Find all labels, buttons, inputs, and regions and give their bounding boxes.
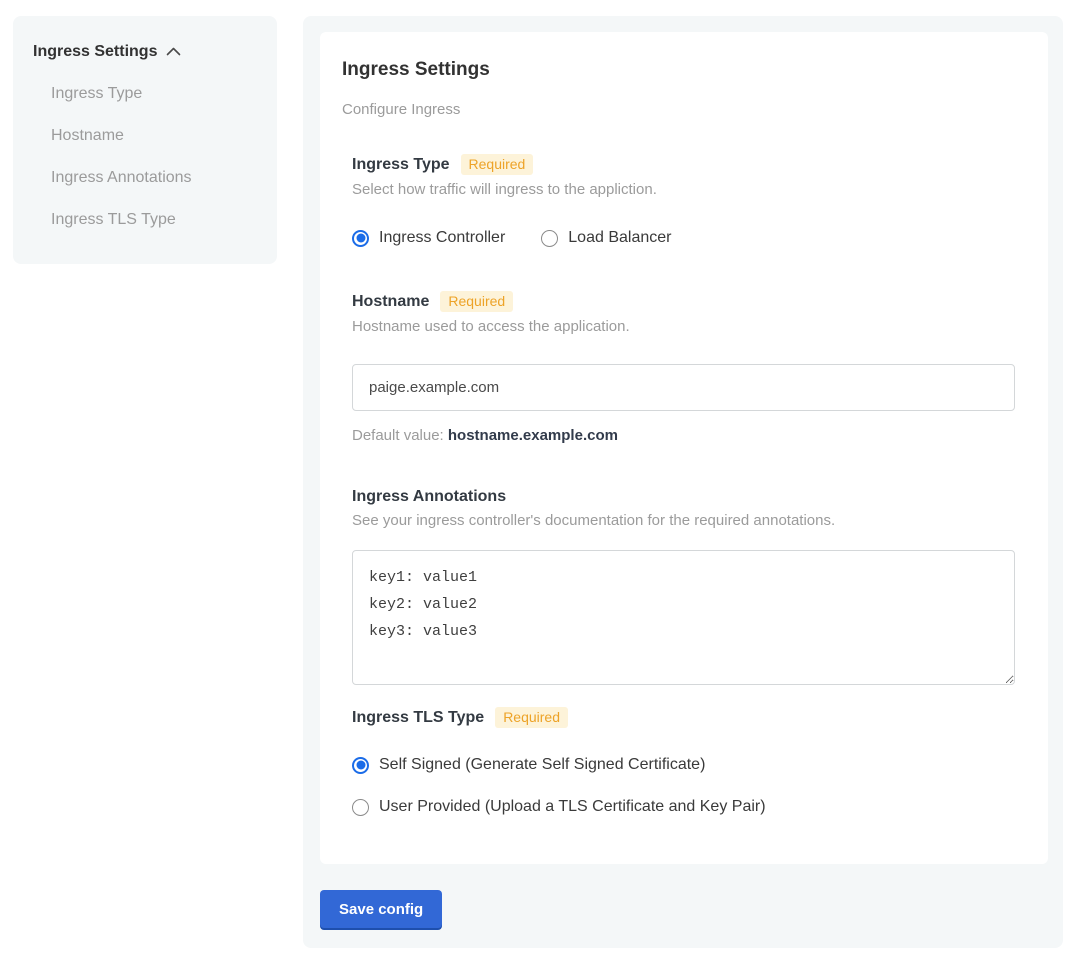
save-config-button[interactable]: Save config [320,890,442,928]
section-help-ingress-type: Select how traffic will ingress to the a… [352,182,1015,198]
section-hostname: Hostname Required Hostname used to acces… [352,291,1015,444]
ingress-settings-card: Ingress Settings Configure Ingress Ingre… [320,32,1048,864]
sidebar-item-ingress-tls-type[interactable]: Ingress TLS Type [33,211,257,228]
section-title-ingress-annotations: Ingress Annotations [352,488,506,506]
section-ingress-tls-type: Ingress TLS Type Required Self Signed (G… [352,707,1015,816]
config-nav-sidebar: Ingress Settings Ingress Type Hostname I… [13,16,277,264]
hostname-default-value-line: Default value: hostname.example.com [352,428,1015,444]
chevron-up-icon [166,47,181,56]
hostname-input[interactable] [352,364,1015,411]
required-badge: Required [461,154,534,175]
sidebar-item-list: Ingress Type Hostname Ingress Annotation… [33,85,257,228]
required-badge: Required [495,707,568,728]
radio-label: Self Signed (Generate Self Signed Certif… [379,756,705,774]
radio-ingress-controller[interactable]: Ingress Controller [352,229,505,247]
default-value-text: hostname.example.com [448,427,618,444]
section-title-row: Hostname Required [352,291,1015,312]
sidebar-item-ingress-type[interactable]: Ingress Type [33,85,257,102]
page-subtitle: Configure Ingress [342,102,1015,118]
default-value-prefix: Default value: [352,427,448,444]
radio-load-balancer[interactable]: Load Balancer [541,229,671,247]
page-title: Ingress Settings [342,60,1015,80]
radio-button-icon[interactable] [352,799,369,816]
section-help-ingress-annotations: See your ingress controller's documentat… [352,513,1015,529]
radio-label: Ingress Controller [379,229,505,247]
config-sections: Ingress Type Required Select how traffic… [342,154,1015,816]
radio-label: Load Balancer [568,229,671,247]
radio-button-icon[interactable] [352,757,369,774]
sidebar-item-ingress-annotations[interactable]: Ingress Annotations [33,169,257,186]
radio-button-icon[interactable] [352,230,369,247]
section-ingress-annotations: Ingress Annotations See your ingress con… [352,488,1015,685]
section-title-row: Ingress Annotations [352,488,1015,506]
sidebar-group-label: Ingress Settings [33,43,157,60]
section-title-ingress-tls-type: Ingress TLS Type [352,709,484,727]
radio-label: User Provided (Upload a TLS Certificate … [379,798,766,816]
config-main-container: Ingress Settings Configure Ingress Ingre… [303,16,1063,948]
radio-button-icon[interactable] [541,230,558,247]
section-help-hostname: Hostname used to access the application. [352,319,1015,335]
radio-user-provided[interactable]: User Provided (Upload a TLS Certificate … [352,798,1015,816]
radio-self-signed[interactable]: Self Signed (Generate Self Signed Certif… [352,756,1015,774]
sidebar-item-hostname[interactable]: Hostname [33,127,257,144]
section-ingress-type: Ingress Type Required Select how traffic… [352,154,1015,247]
section-title-row: Ingress Type Required [352,154,1015,175]
section-title-row: Ingress TLS Type Required [352,707,1015,728]
section-title-hostname: Hostname [352,293,429,311]
ingress-type-radio-group: Ingress Controller Load Balancer [352,229,1015,247]
section-title-ingress-type: Ingress Type [352,156,450,174]
required-badge: Required [440,291,513,312]
sidebar-group-ingress-settings[interactable]: Ingress Settings [33,43,257,60]
tls-type-radio-group: Self Signed (Generate Self Signed Certif… [352,756,1015,816]
ingress-annotations-textarea[interactable]: key1: value1 key2: value2 key3: value3 [352,550,1015,685]
